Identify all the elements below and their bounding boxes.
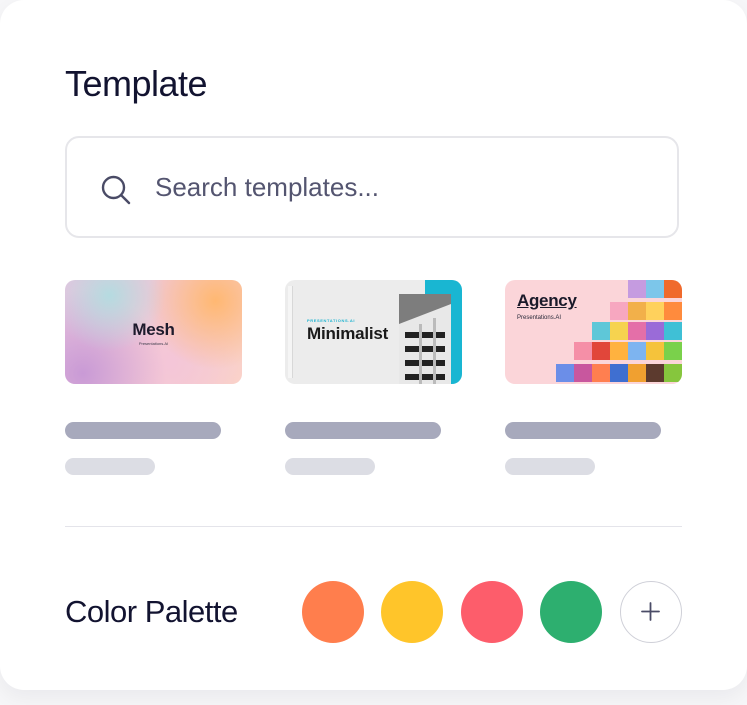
- search-box[interactable]: [65, 136, 679, 238]
- section-title-color-palette: Color Palette: [65, 594, 238, 629]
- template-card-subtitle: Presentations.AI: [138, 341, 169, 346]
- section-divider: [65, 526, 682, 527]
- slide-strip: [288, 286, 293, 378]
- template-panel: Template Mesh Presentations.AI PRESENTAT…: [0, 0, 747, 690]
- template-card-title: Agency: [517, 291, 577, 310]
- template-title-placeholder: [65, 422, 221, 439]
- template-card-title: Mesh: [132, 320, 175, 339]
- search-input[interactable]: [155, 138, 635, 236]
- template-card-subtitle: Presentations.AI: [517, 315, 562, 321]
- section-title-template: Template: [65, 63, 208, 104]
- template-card-minimalist[interactable]: PRESENTATIONS.AI Minimalist: [285, 280, 462, 384]
- template-card-mesh[interactable]: Mesh Presentations.AI: [65, 280, 242, 384]
- add-color-button[interactable]: [620, 581, 682, 643]
- template-title-placeholder: [285, 422, 441, 439]
- template-title-placeholder: [505, 422, 661, 439]
- color-swatch-red[interactable]: [461, 581, 523, 643]
- template-card-subtitle: PRESENTATIONS.AI: [307, 318, 356, 323]
- color-swatch-green[interactable]: [540, 581, 602, 643]
- template-card-agency[interactable]: Agency Presentations.AI: [505, 280, 682, 384]
- search-icon: [101, 175, 131, 205]
- building-photo: [399, 294, 451, 384]
- template-meta-placeholder: [285, 458, 375, 475]
- color-swatch-orange[interactable]: [302, 581, 364, 643]
- template-meta-placeholder: [65, 458, 155, 475]
- plus-icon: [641, 602, 660, 621]
- template-card-title: Minimalist: [307, 324, 389, 343]
- color-swatch-yellow[interactable]: [381, 581, 443, 643]
- template-meta-placeholder: [505, 458, 595, 475]
